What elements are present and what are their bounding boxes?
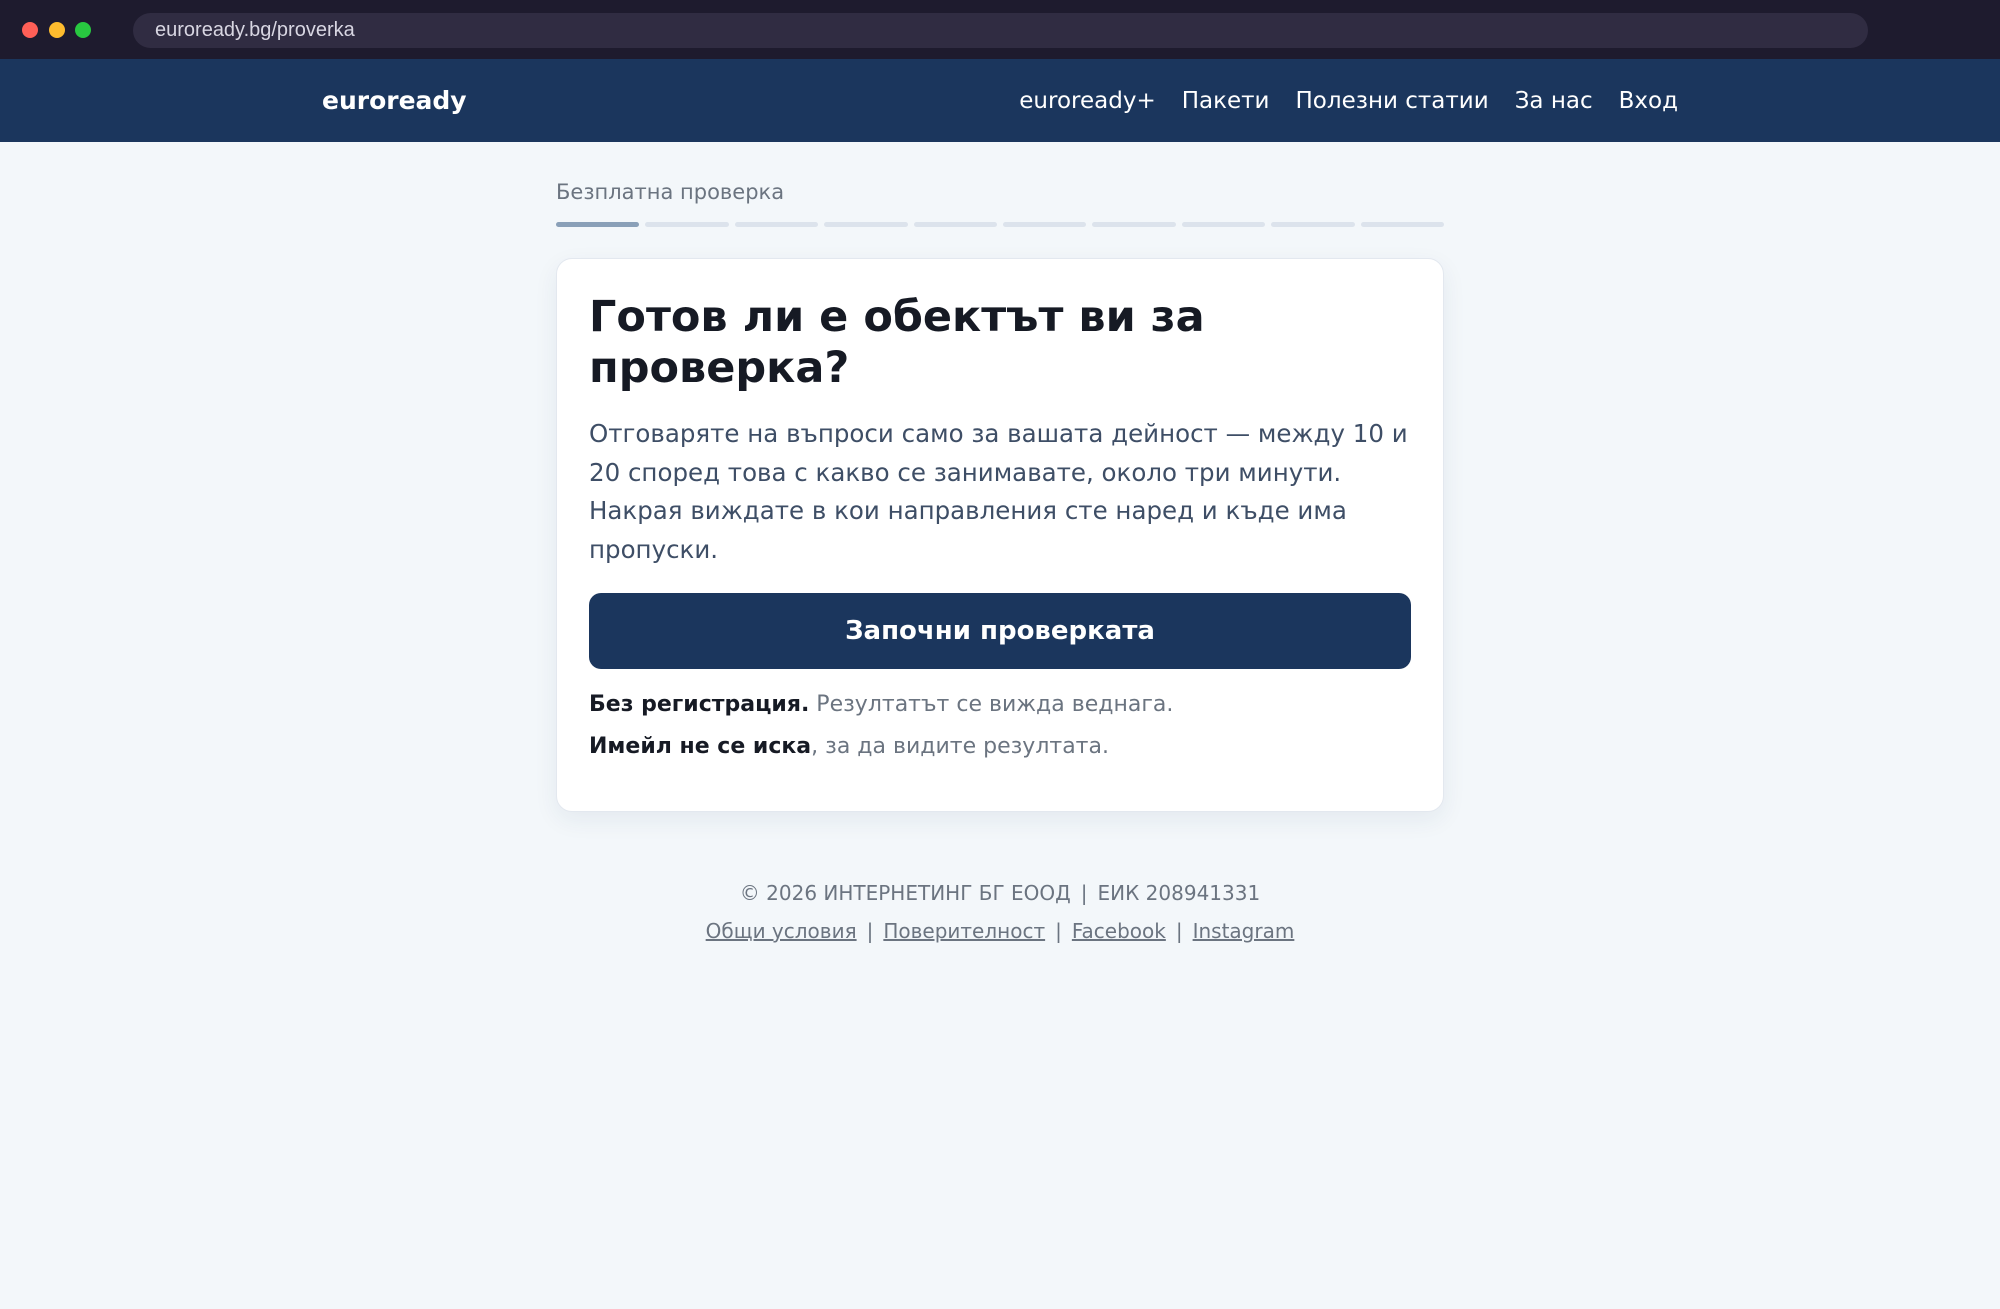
progress-step (645, 222, 729, 227)
note-text: , за да видите резултата. (811, 734, 1109, 759)
site-logo[interactable]: euroready (322, 59, 467, 142)
note-bold: Без регистрация. (589, 692, 810, 717)
progress-step (1360, 222, 1445, 227)
nav-link-packages[interactable]: Пакети (1182, 88, 1270, 114)
no-email-note: Имейл не се иска, за да видите резултата… (589, 733, 1411, 761)
footer-link-instagram[interactable]: Instagram (1193, 919, 1295, 943)
card-title: Готов ли е обектът ви за проверка? (589, 292, 1205, 393)
progress-step (824, 222, 908, 227)
footer-separator: | (1175, 919, 1183, 943)
quiz-label: Безплатна проверка (556, 180, 785, 204)
address-bar-url: euroready.bg/proverka (155, 19, 355, 41)
footer-copyright: © 2026 ИНТЕРНЕТИНГ БГ ЕООД (739, 881, 1071, 905)
no-registration-note: Без регистрация. Резултатът се вижда вед… (589, 691, 1411, 719)
nav-link-login[interactable]: Вход (1619, 88, 1678, 114)
footer-link-terms[interactable]: Общи условия (706, 919, 857, 943)
footer-separator: | (866, 919, 874, 943)
note-bold: Имейл не се иска (589, 734, 812, 759)
browser-toolbar: euroready.bg/proverka (0, 0, 2000, 59)
footer-legal: © 2026 ИНТЕРНЕТИНГ БГ ЕООД | ЕИК 208941331 (0, 876, 2000, 910)
footer-link-privacy[interactable]: Поверителност (883, 919, 1045, 943)
nav-link-articles[interactable]: Полезни статии (1296, 88, 1489, 114)
progress-bar (556, 222, 1445, 228)
progress-step (1181, 222, 1266, 227)
close-window-button[interactable] (22, 22, 38, 38)
footer-link-facebook[interactable]: Facebook (1072, 919, 1166, 943)
footer-eik: ЕИК 208941331 (1097, 881, 1261, 905)
intro-card: Готов ли е обектът ви за проверка? Отгов… (556, 258, 1444, 812)
progress-step (1092, 222, 1176, 227)
nav-link-about[interactable]: За нас (1515, 88, 1593, 114)
progress-step (734, 222, 819, 227)
address-bar[interactable]: euroready.bg/proverka (133, 13, 1868, 48)
main-nav: euroready+ Пакети Полезни статии За нас … (1019, 59, 1678, 142)
progress-step (556, 222, 640, 227)
site-header: euroready euroready+ Пакети Полезни стат… (0, 59, 2000, 142)
start-check-button[interactable]: Започни проверката (589, 593, 1411, 669)
footer-links: Общи условия | Поверителност | Facebook | Inst… (0, 914, 2000, 948)
progress-step (913, 222, 998, 227)
progress-step (1003, 222, 1087, 227)
card-description: Отговаряте на въпроси само за вашата дей… (589, 419, 1408, 564)
maximize-window-button[interactable] (75, 22, 91, 38)
footer-separator: | (1080, 881, 1088, 905)
minimize-window-button[interactable] (49, 22, 65, 38)
main-content: Безплатна проверка Готов ли е обектът ви… (556, 142, 1445, 812)
nav-link-euroready-plus[interactable]: euroready+ (1019, 88, 1155, 114)
note-text: Резултатът се вижда веднага. (809, 692, 1174, 717)
progress-step (1271, 222, 1355, 227)
site-footer: © 2026 ИНТЕРНЕТИНГ БГ ЕООД | ЕИК 208941331… (0, 876, 2000, 948)
footer-separator: | (1055, 919, 1062, 943)
